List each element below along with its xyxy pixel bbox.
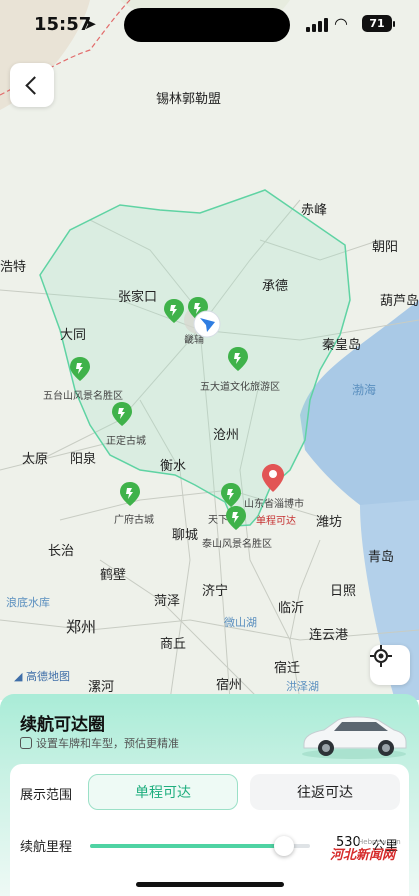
range-slider[interactable] <box>90 836 310 856</box>
signal-icon <box>306 18 328 32</box>
map-label-chaoyang: 朝阳 <box>372 240 399 255</box>
amap-logo-text: 高德地图 <box>25 670 70 683</box>
map-label-qinhuangdao: 秦皇岛 <box>322 338 362 353</box>
locate-me-button[interactable] <box>370 645 410 685</box>
dynamic-island <box>124 8 290 42</box>
map-label-hongzehu: 洪泽湖 <box>286 680 319 693</box>
map-label-guangfu: 广府古城 <box>114 515 154 526</box>
map-label-suqian: 宿迁 <box>274 661 301 676</box>
map-label-shangqiu: 商丘 <box>160 637 187 652</box>
map-label-taiyuan: 太原 <box>22 452 49 467</box>
map-attribution: ◢ 高德地图 <box>14 670 70 683</box>
destination-pin-icon[interactable] <box>262 464 284 492</box>
crosshair-icon <box>370 645 392 667</box>
tab-round-trip[interactable]: 往返可达 <box>250 774 400 810</box>
chevron-left-icon <box>25 75 44 95</box>
map-label-reach-single: 单程可达 <box>256 516 296 527</box>
map-label-wutaishan: 五台山风景名胜区 <box>43 391 123 402</box>
map-label-suzhou: 宿州 <box>216 678 243 693</box>
range-mileage-label: 续航里程 <box>20 840 73 855</box>
map-label-bohai: 渤海 <box>352 383 377 397</box>
map-label-chengde: 承德 <box>262 279 289 294</box>
map-label-changzhi: 长治 <box>48 544 75 559</box>
map-label-zibo: 山东省淄博市 <box>244 499 304 510</box>
watermark-logo: 河北新闻网 <box>330 844 395 863</box>
ev-charger-pin-icon[interactable] <box>221 483 241 507</box>
map-label-jining: 济宁 <box>202 584 229 599</box>
map-label-weifang: 潍坊 <box>316 515 343 530</box>
ev-charger-pin-icon[interactable] <box>70 357 90 381</box>
wifi-icon: ◠ <box>334 14 348 33</box>
map-label-rizhao: 日照 <box>330 584 357 599</box>
map-label-chifeng: 赤峰 <box>301 203 328 218</box>
tab-single-trip[interactable]: 单程可达 <box>88 774 238 810</box>
map-label-taishan: 泰山风景名胜区 <box>202 539 272 550</box>
ev-charger-pin-icon[interactable] <box>164 299 184 323</box>
map-label-cangzhou: 沧州 <box>213 428 240 443</box>
vehicle-settings-text: 设置车牌和车型，预估更精准 <box>36 737 179 750</box>
range-slider-thumb[interactable] <box>273 836 294 856</box>
map-label-zhengding: 正定古城 <box>106 436 146 447</box>
ev-charger-pin-icon[interactable] <box>228 347 248 371</box>
battery-indicator: 71 <box>362 15 395 32</box>
map-label-wudadao: 五大道文化旅游区 <box>200 382 280 393</box>
map-label-linyi: 临沂 <box>278 601 305 616</box>
watermark-logo-text: 河北新闻网 <box>330 848 396 863</box>
map-label-hengshui: 衡水 <box>160 459 187 474</box>
display-range-label: 展示范围 <box>20 788 73 803</box>
location-arrow-icon: ➤ <box>84 15 97 33</box>
map-label-datong: 大同 <box>60 328 87 343</box>
range-settings-card: 展示范围 单程可达 往返可达 续航里程 530 公里 <box>10 764 409 896</box>
map-label-zhengzhou: 郑州 <box>66 618 97 636</box>
status-bar: 15:57 ➤ ◠ 71 <box>0 0 419 52</box>
map-label-liaocheng: 聊城 <box>172 528 199 543</box>
range-panel: 续航可达圈 设置车牌和车型，预估更精准 展示范围 单程可达 往返可达 续航里程 … <box>0 694 419 896</box>
watermark-url: Hebnews.cn <box>358 838 401 846</box>
map-label-xilinguole: 锡林郭勒盟 <box>156 92 222 107</box>
edit-icon <box>20 737 32 749</box>
vehicle-settings-link[interactable]: 设置车牌和车型，预估更精准 <box>20 735 179 751</box>
map-label-huludao: 葫芦岛 <box>380 294 419 309</box>
map-label-heze: 菏泽 <box>154 594 181 609</box>
range-slider-fill <box>90 844 284 848</box>
panel-title: 续航可达圈 <box>20 715 105 735</box>
home-indicator[interactable] <box>136 882 284 887</box>
ev-charger-pin-icon[interactable] <box>112 402 132 426</box>
map-label-hebi: 鹤壁 <box>100 568 127 583</box>
map-label-luohe: 漯河 <box>88 680 115 695</box>
current-location-icon <box>193 310 221 338</box>
status-time: 15:57 <box>34 14 92 35</box>
map-label-zhangjiakou: 张家口 <box>118 290 158 305</box>
map-label-langdi: 浪底水库 <box>6 596 50 609</box>
ev-charger-pin-icon[interactable] <box>120 482 140 506</box>
map-label-haote: 浩特 <box>0 260 27 275</box>
map-label-weishanhu: 微山湖 <box>224 616 257 629</box>
map-view[interactable]: 15:57 ➤ ◠ 71 锡林郭勒盟 赤峰 朝阳 浩特 张家口 承德 葫芦岛 大… <box>0 0 419 700</box>
car-illustration <box>302 716 407 759</box>
back-button[interactable] <box>10 63 54 107</box>
ev-charger-pin-icon[interactable] <box>226 506 246 530</box>
map-label-lianyungang: 连云港 <box>309 628 349 643</box>
map-label-tianxia: 天下 <box>208 515 228 526</box>
map-label-qingdao: 青岛 <box>368 550 395 565</box>
map-label-yangquan: 阳泉 <box>70 452 97 467</box>
